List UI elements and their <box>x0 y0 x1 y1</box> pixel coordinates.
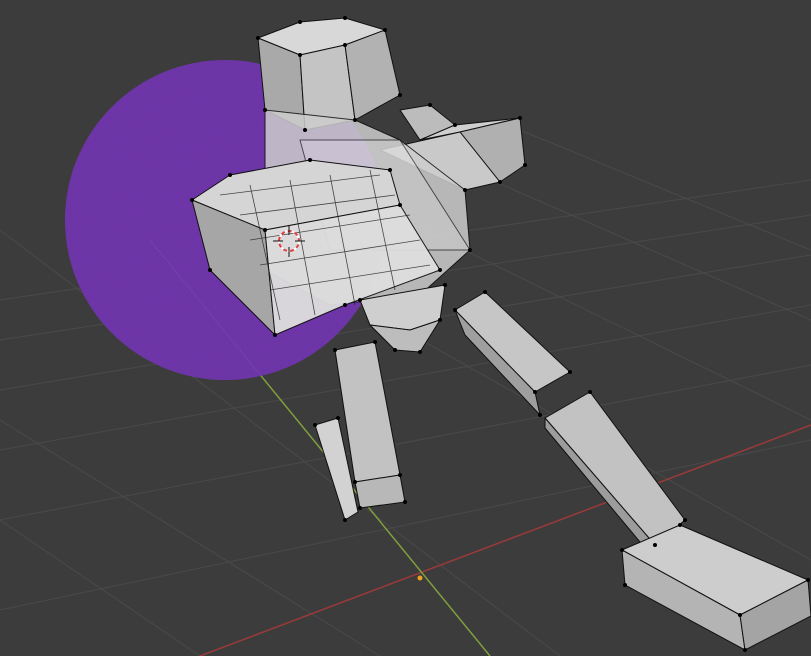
3d-viewport[interactable] <box>0 0 811 656</box>
back-leg-mesh[interactable] <box>314 341 406 521</box>
viewport-canvas[interactable] <box>0 0 811 656</box>
front-leg-mesh[interactable] <box>454 291 686 549</box>
world-origin <box>417 575 423 581</box>
